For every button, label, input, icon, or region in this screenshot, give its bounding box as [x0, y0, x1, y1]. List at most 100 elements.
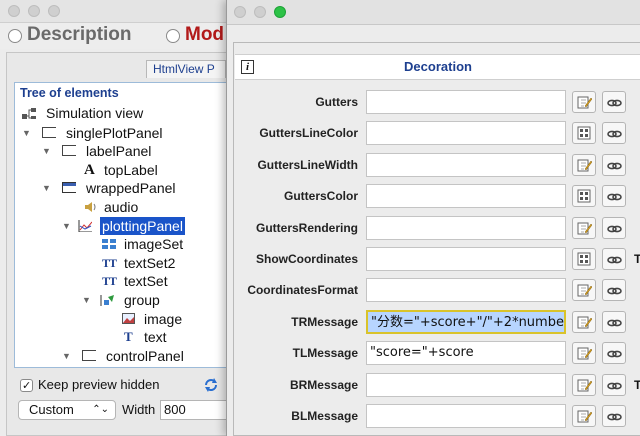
expand-arrow-icon[interactable]: ▼ [42, 142, 51, 160]
property-input-gutters[interactable] [366, 90, 566, 114]
edit-button[interactable] [572, 405, 596, 427]
link-button[interactable] [602, 342, 626, 364]
property-input-guttersrendering[interactable] [366, 216, 566, 240]
tab-htmlview[interactable]: HtmlView P [146, 60, 226, 78]
keep-preview-checkbox[interactable]: ✓ [20, 379, 33, 392]
property-input-coordinatesformat[interactable] [366, 278, 566, 302]
property-input-gutterslinewidth[interactable] [366, 153, 566, 177]
edit-icon [577, 96, 592, 109]
edit-icon [577, 159, 592, 172]
property-label-gutterslinecolor: GuttersLineColor [259, 126, 358, 140]
property-label-brmessage: BRMessage [289, 378, 358, 392]
panel-icon [82, 350, 96, 361]
property-input-brmessage[interactable] [366, 373, 566, 397]
color-picker-button[interactable] [572, 185, 596, 207]
text-icon: T [124, 329, 133, 344]
decoration-window: i Decoration Gutters GuttersLineColor Gutt… [226, 0, 640, 436]
link-icon [607, 130, 622, 138]
image-icon [122, 313, 135, 324]
tab-description[interactable]: Description [27, 24, 132, 46]
property-label-gutters: Gutters [315, 95, 358, 109]
refresh-icon[interactable] [202, 376, 220, 394]
property-input-showcoordinates[interactable] [366, 247, 566, 271]
edit-button[interactable] [572, 311, 596, 333]
link-button[interactable] [602, 248, 626, 270]
edit-button[interactable] [572, 279, 596, 301]
property-label-showcoordinates: ShowCoordinates [255, 252, 358, 266]
link-icon [607, 225, 622, 233]
link-button[interactable] [602, 154, 626, 176]
width-input[interactable]: 800 [160, 400, 234, 420]
window-panel-icon [62, 182, 76, 193]
link-icon [607, 319, 622, 327]
audio-icon [85, 202, 96, 212]
link-button[interactable] [602, 91, 626, 113]
select-arrows-icon: ⌃⌄ [92, 404, 109, 415]
link-icon [607, 99, 622, 107]
link-button[interactable] [602, 405, 626, 427]
link-icon [607, 413, 622, 421]
color-picker-icon [577, 126, 591, 140]
expand-arrow-icon[interactable]: ▼ [62, 217, 71, 235]
width-label: Width [122, 402, 156, 417]
edit-icon [577, 316, 592, 329]
property-label-trmessage: TRMessage [291, 315, 358, 329]
property-label-gutterscolor: GuttersColor [283, 189, 358, 203]
link-button[interactable] [602, 185, 626, 207]
link-button[interactable] [602, 311, 626, 333]
link-button[interactable] [602, 122, 626, 144]
property-label-tlmessage: TLMessage [292, 346, 358, 360]
description-radio[interactable] [8, 29, 22, 43]
panel-icon [62, 145, 76, 156]
property-input-gutterslinecolor[interactable] [366, 121, 566, 145]
link-button[interactable] [602, 279, 626, 301]
zoom-dot-icon[interactable] [48, 5, 60, 17]
link-icon [607, 382, 622, 390]
edit-icon [577, 284, 592, 297]
color-picker-button[interactable] [572, 122, 596, 144]
link-button[interactable] [602, 374, 626, 396]
property-label-guttersrendering: GuttersRendering [255, 221, 358, 235]
zoom-dot-icon[interactable] [274, 6, 286, 18]
link-icon [607, 162, 622, 170]
property-input-tlmessage[interactable]: "score="+score [366, 341, 566, 365]
close-dot-icon[interactable] [8, 5, 20, 17]
tree-title: Tree of elements [20, 86, 119, 100]
edit-button[interactable] [572, 91, 596, 113]
edit-button[interactable] [572, 154, 596, 176]
color-picker-icon [577, 252, 591, 266]
property-input-gutterscolor[interactable] [366, 184, 566, 208]
minimize-dot-icon[interactable] [28, 5, 40, 17]
link-icon [607, 350, 622, 358]
tree-root-icon [22, 108, 36, 119]
edit-button[interactable] [572, 342, 596, 364]
section-header: i Decoration [235, 54, 640, 80]
image-set-icon [102, 239, 116, 249]
size-select[interactable]: Custom ⌃⌄ [18, 400, 116, 420]
close-dot-icon[interactable] [234, 6, 246, 18]
front-window-titlebar [227, 0, 640, 25]
minimize-dot-icon[interactable] [254, 6, 266, 18]
link-icon [607, 256, 622, 264]
property-input-trmessage[interactable]: "分数="+score+"/"+2*number [366, 310, 566, 334]
expand-arrow-icon[interactable]: ▼ [22, 124, 31, 142]
edit-button[interactable] [572, 374, 596, 396]
property-label-gutterslinewidth: GuttersLineWidth [257, 158, 358, 172]
property-input-blmessage[interactable] [366, 404, 566, 428]
edit-button[interactable] [572, 217, 596, 239]
expand-arrow-icon[interactable]: ▼ [82, 291, 91, 309]
link-button[interactable] [602, 217, 626, 239]
edit-icon [577, 347, 592, 360]
link-icon [607, 287, 622, 295]
property-label-blmessage: BLMessage [291, 409, 358, 423]
model-radio[interactable] [166, 29, 180, 43]
color-picker-button[interactable] [572, 248, 596, 270]
group-icon [100, 295, 114, 306]
text-set-icon: TT [102, 256, 117, 270]
link-icon [607, 193, 622, 201]
checkmark-icon: ✓ [22, 380, 32, 392]
expand-arrow-icon[interactable]: ▼ [62, 347, 71, 365]
tab-model[interactable]: Mod [185, 24, 224, 46]
expand-arrow-icon[interactable]: ▼ [42, 179, 51, 197]
keep-preview-label: Keep preview hidden [38, 377, 160, 392]
